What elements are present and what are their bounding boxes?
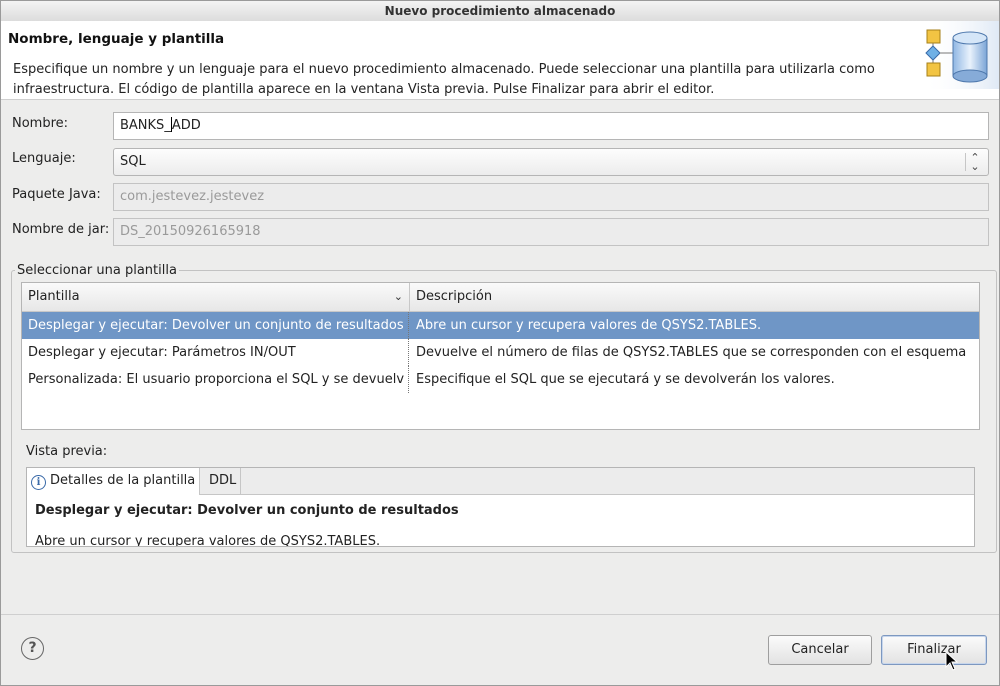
tab-template-details[interactable]: i Detalles de la plantilla xyxy=(27,468,201,495)
column-header-template[interactable]: Plantilla ⌄ xyxy=(22,283,410,311)
table-row[interactable]: Desplegar y ejecutar: Parámetros IN/OUT … xyxy=(22,339,979,366)
cancel-button[interactable]: Cancelar xyxy=(768,635,872,665)
column-header-description[interactable]: Descripción xyxy=(410,283,979,311)
table-header: Plantilla ⌄ Descripción xyxy=(22,283,979,312)
info-icon: i xyxy=(31,475,46,490)
header-title: Nombre, lenguaje y plantilla xyxy=(8,31,225,47)
table-row[interactable]: Desplegar y ejecutar: Devolver un conjun… xyxy=(22,312,979,339)
template-table[interactable]: Plantilla ⌄ Descripción Desplegar y ejecu… xyxy=(21,282,980,430)
preview-label: Vista previa: xyxy=(26,444,108,459)
finish-button[interactable]: Finalizar xyxy=(881,635,987,665)
preview-tabbar: i Detalles de la plantilla DDL xyxy=(27,468,974,495)
language-select[interactable]: SQL ⌃ ⌄ xyxy=(113,148,989,176)
row-description-cell: Devuelve el número de filas de QSYS2.TAB… xyxy=(416,345,967,360)
table-row[interactable]: Personalizada: El usuario proporciona el… xyxy=(22,366,979,393)
help-icon: ? xyxy=(28,640,37,656)
combo-arrows-icon: ⌃ ⌄ xyxy=(965,152,984,172)
row-template-cell: Desplegar y ejecutar: Devolver un conjun… xyxy=(22,312,409,339)
row-template-cell: Personalizada: El usuario proporciona el… xyxy=(22,366,409,393)
jar-label: Nombre de jar: xyxy=(12,222,110,237)
mouse-pointer-icon xyxy=(945,651,959,671)
wizard-header: Nombre, lenguaje y plantilla Especifique… xyxy=(1,21,999,100)
row-description-cell: Especifique el SQL que se ejecutará y se… xyxy=(416,372,835,387)
language-selected-value: SQL xyxy=(120,154,146,169)
header-description: Especifique un nombre y un lenguaje para… xyxy=(13,62,875,97)
template-group-label: Seleccionar una plantilla xyxy=(17,263,177,278)
dialog-window: Nuevo procedimiento almacenado Nombre, l… xyxy=(0,0,1000,686)
name-value-start: BANKS_ xyxy=(120,118,171,133)
preview-text: Abre un cursor y recupera valores de QSY… xyxy=(35,534,381,547)
name-label: Nombre: xyxy=(12,116,69,131)
sort-chevron-icon: ⌄ xyxy=(393,290,403,303)
language-label: Lenguaje: xyxy=(12,151,76,166)
name-input[interactable]: BANKS_ADD xyxy=(113,112,989,140)
package-label: Paquete Java: xyxy=(12,187,101,202)
row-description-cell: Abre un cursor y recupera valores de QSY… xyxy=(416,318,762,333)
package-field: com.jestevez.jestevez xyxy=(113,183,989,211)
help-button[interactable]: ? xyxy=(21,637,44,660)
name-value-end: ADD xyxy=(171,118,201,133)
row-template-cell: Desplegar y ejecutar: Parámetros IN/OUT xyxy=(22,339,409,366)
wizard-stored-procedure-icon xyxy=(923,21,999,89)
preview-panel: i Detalles de la plantilla DDL Desplegar … xyxy=(26,467,975,547)
window-title: Nuevo procedimiento almacenado xyxy=(1,1,999,22)
jar-field: DS_20150926165918 xyxy=(113,218,989,246)
tab-ddl[interactable]: DDL xyxy=(205,468,242,494)
preview-title: Desplegar y ejecutar: Devolver un conjun… xyxy=(35,503,459,518)
divider xyxy=(1,614,999,615)
